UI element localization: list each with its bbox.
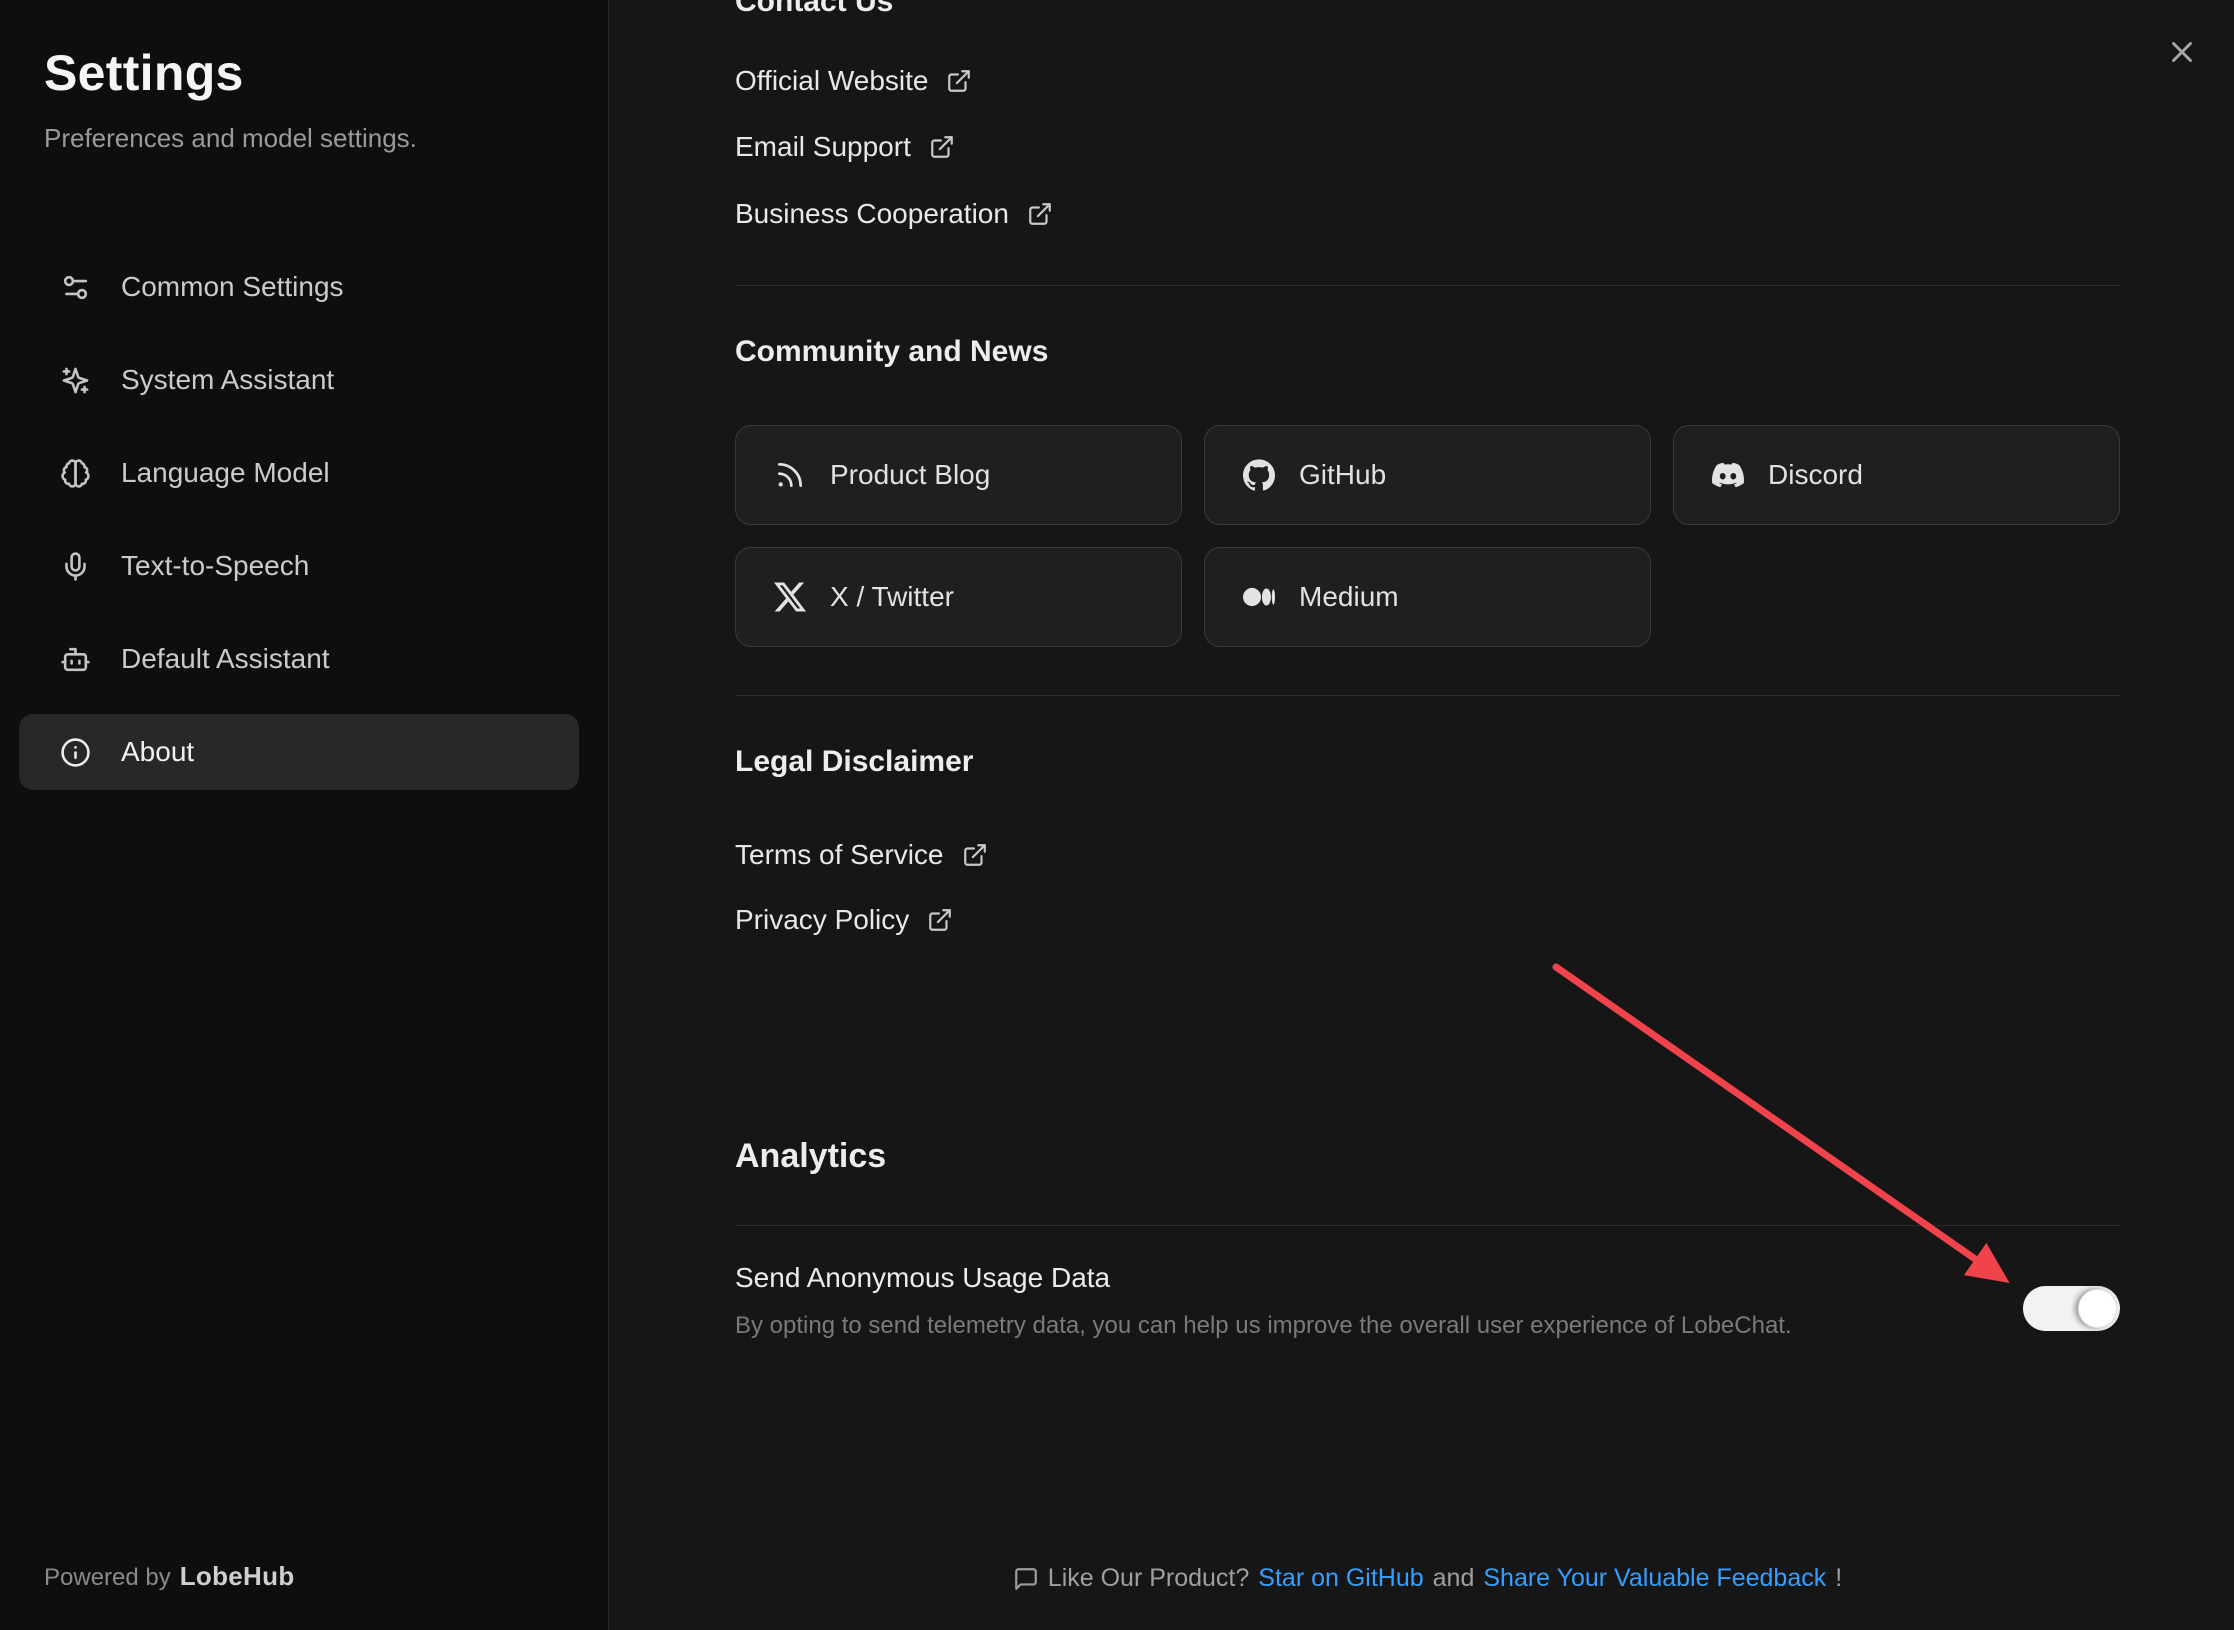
button-label: Product Blog (830, 459, 990, 491)
mic-icon (60, 551, 91, 582)
bot-icon (60, 644, 91, 675)
medium-icon (1243, 581, 1275, 613)
link-label: Email Support (735, 131, 911, 163)
about-panel: Contact Us Official Website Email Suppor… (609, 0, 2234, 1630)
sidebar-item-label: Language Model (121, 457, 330, 489)
page-subtitle: Preferences and model settings. (44, 122, 564, 154)
sidebar-item-text-to-speech[interactable]: Text-to-Speech (19, 528, 579, 604)
external-link-icon (927, 907, 953, 933)
usage-data-toggle[interactable] (2023, 1286, 2120, 1331)
sidebar-item-label: Text-to-Speech (121, 550, 309, 582)
footer-text: and (1433, 1564, 1475, 1593)
external-link-icon (946, 68, 972, 94)
business-cooperation-link[interactable]: Business Cooperation (735, 197, 1053, 231)
footer-note: Like Our Product? Star on GitHub and Sha… (735, 1564, 2120, 1593)
privacy-policy-link[interactable]: Privacy Policy (735, 903, 953, 937)
sidebar-item-label: About (121, 736, 194, 768)
powered-by-label: Powered by (44, 1564, 171, 1591)
medium-button[interactable]: Medium (1204, 547, 1651, 647)
divider (735, 1225, 2120, 1226)
footer-text: Like Our Product? (1048, 1564, 1250, 1593)
message-square-icon (1013, 1566, 1039, 1592)
community-buttons: Product Blog GitHub Discord X / Twitter … (735, 425, 2125, 647)
discord-icon (1712, 459, 1744, 491)
sidebar-header: Settings Preferences and model settings. (0, 0, 608, 154)
link-label: Privacy Policy (735, 904, 909, 936)
external-link-icon (962, 842, 988, 868)
usage-data-description: By opting to send telemetry data, you ca… (735, 1312, 1792, 1340)
community-heading: Community and News (735, 334, 1048, 370)
discord-button[interactable]: Discord (1673, 425, 2120, 525)
external-link-icon (1027, 201, 1053, 227)
x-twitter-icon (774, 581, 806, 613)
email-support-link[interactable]: Email Support (735, 130, 955, 164)
sidebar-item-language-model[interactable]: Language Model (19, 435, 579, 511)
close-icon (2165, 35, 2199, 69)
info-icon (60, 737, 91, 768)
close-button[interactable] (2160, 30, 2204, 74)
divider (735, 695, 2120, 696)
button-label: Medium (1299, 581, 1399, 613)
github-button[interactable]: GitHub (1204, 425, 1651, 525)
x-twitter-button[interactable]: X / Twitter (735, 547, 1182, 647)
divider (735, 285, 2120, 286)
product-blog-button[interactable]: Product Blog (735, 425, 1182, 525)
settings-window: Settings Preferences and model settings.… (0, 0, 2234, 1630)
link-label: Official Website (735, 65, 928, 97)
contact-heading: Contact Us (735, 0, 893, 20)
terms-of-service-link[interactable]: Terms of Service (735, 838, 988, 872)
button-label: GitHub (1299, 459, 1386, 491)
sidebar-item-label: System Assistant (121, 364, 334, 396)
link-label: Business Cooperation (735, 198, 1009, 230)
sidebar-item-label: Common Settings (121, 271, 344, 303)
analytics-heading: Analytics (735, 1135, 886, 1177)
sidebar-item-common-settings[interactable]: Common Settings (19, 249, 579, 325)
page-title: Settings (44, 44, 564, 102)
share-feedback-link[interactable]: Share Your Valuable Feedback (1483, 1564, 1826, 1593)
sidebar-item-label: Default Assistant (121, 643, 330, 675)
official-website-link[interactable]: Official Website (735, 64, 972, 98)
toggle-knob (2078, 1289, 2117, 1328)
link-label: Terms of Service (735, 839, 944, 871)
button-label: Discord (1768, 459, 1863, 491)
star-on-github-link[interactable]: Star on GitHub (1258, 1564, 1423, 1593)
legal-heading: Legal Disclaimer (735, 744, 973, 780)
sidebar-item-about[interactable]: About (19, 714, 579, 790)
settings-sidebar: Settings Preferences and model settings.… (0, 0, 609, 1630)
powered-by: Powered by LobeHub (44, 1561, 295, 1592)
sparkles-icon (60, 365, 91, 396)
sidebar-item-default-assistant[interactable]: Default Assistant (19, 621, 579, 697)
footer-text: ! (1835, 1564, 1842, 1593)
usage-data-label: Send Anonymous Usage Data (735, 1262, 1110, 1294)
brain-icon (60, 458, 91, 489)
sidebar-item-system-assistant[interactable]: System Assistant (19, 342, 579, 418)
lobehub-logo[interactable]: LobeHub (180, 1561, 295, 1591)
rss-icon (774, 459, 806, 491)
sliders-icon (60, 272, 91, 303)
github-icon (1243, 459, 1275, 491)
settings-nav: Common Settings System Assistant Languag… (0, 249, 608, 790)
button-label: X / Twitter (830, 581, 954, 613)
external-link-icon (929, 134, 955, 160)
